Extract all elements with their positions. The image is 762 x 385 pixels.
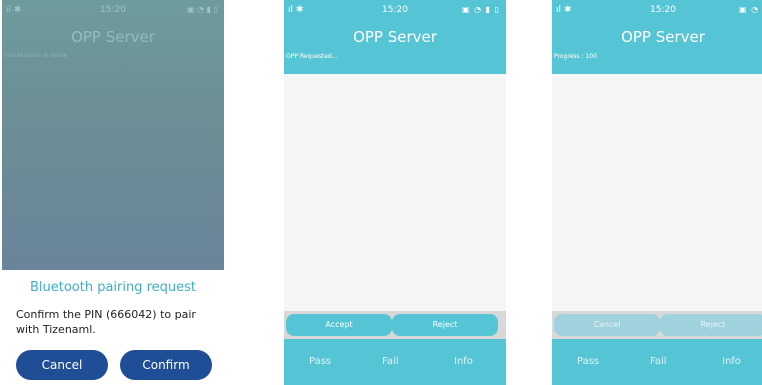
progress-text: Progress : 100 <box>552 52 762 74</box>
reject-button[interactable]: Reject <box>392 314 498 336</box>
status-text: OPP Requested... <box>284 52 506 74</box>
reject-button[interactable]: Reject <box>660 314 762 336</box>
dialog-title: Bluetooth pairing request <box>29 280 197 295</box>
bottom-toolbar: Pass Fail Info <box>552 339 762 385</box>
dialog-message: Confirm the PIN (666042) to pair with Ti… <box>16 308 196 336</box>
status-bar: ıl ✱ 15:20 ▣ ◔ ▮ <box>552 0 762 22</box>
phone-screen-request: ıl ✱ 15:20 ▣ ◔ ▮ ▯ OPP Server OPP Reques… <box>284 0 506 385</box>
pass-button[interactable]: Pass <box>309 356 331 367</box>
action-row: Accept Reject <box>284 311 506 339</box>
accept-button[interactable]: Accept <box>286 314 392 336</box>
dimmed-background: ıl ✱ 15:20 ▣ ◔ ▮ ▯ OPP Server Visualizat… <box>2 0 224 270</box>
phone-screen-pairing: ıl ✱ 15:20 ▣ ◔ ▮ ▯ OPP Server Visualizat… <box>2 0 224 385</box>
status-bar: ıl ✱ 15:20 ▣ ◔ ▮ ▯ <box>284 0 506 22</box>
info-button[interactable]: Info <box>454 356 473 367</box>
page-title: OPP Server <box>552 22 762 52</box>
fail-button[interactable]: Fail <box>650 356 667 367</box>
fail-button[interactable]: Fail <box>382 356 399 367</box>
status-bar: ıl ✱ 15:20 ▣ ◔ ▮ ▯ <box>2 0 224 22</box>
action-row: Cancel Reject <box>552 311 762 339</box>
pass-button[interactable]: Pass <box>577 356 599 367</box>
status-icons: ▣ ◔ ▮ <box>738 5 762 14</box>
info-button[interactable]: Info <box>722 356 741 367</box>
cancel-button[interactable]: Cancel <box>554 314 660 336</box>
phone-screen-progress: ıl ✱ 15:20 ▣ ◔ ▮ OPP Server Progress : 1… <box>552 0 762 385</box>
status-time: 15:20 <box>650 5 676 15</box>
status-icons: ▣ ◔ ▮ ▯ <box>462 5 500 14</box>
pairing-dialog: Bluetooth pairing request Confirm the PI… <box>2 270 224 385</box>
status-icons: ▣ ◔ ▮ ▯ <box>187 5 218 14</box>
page-title: OPP Server <box>284 22 506 52</box>
subtitle: Visualization & mode <box>4 52 68 59</box>
page-title: OPP Server <box>71 28 155 46</box>
confirm-button[interactable]: Confirm <box>120 350 212 380</box>
cancel-button[interactable]: Cancel <box>16 350 108 380</box>
bottom-toolbar: Pass Fail Info <box>284 339 506 385</box>
